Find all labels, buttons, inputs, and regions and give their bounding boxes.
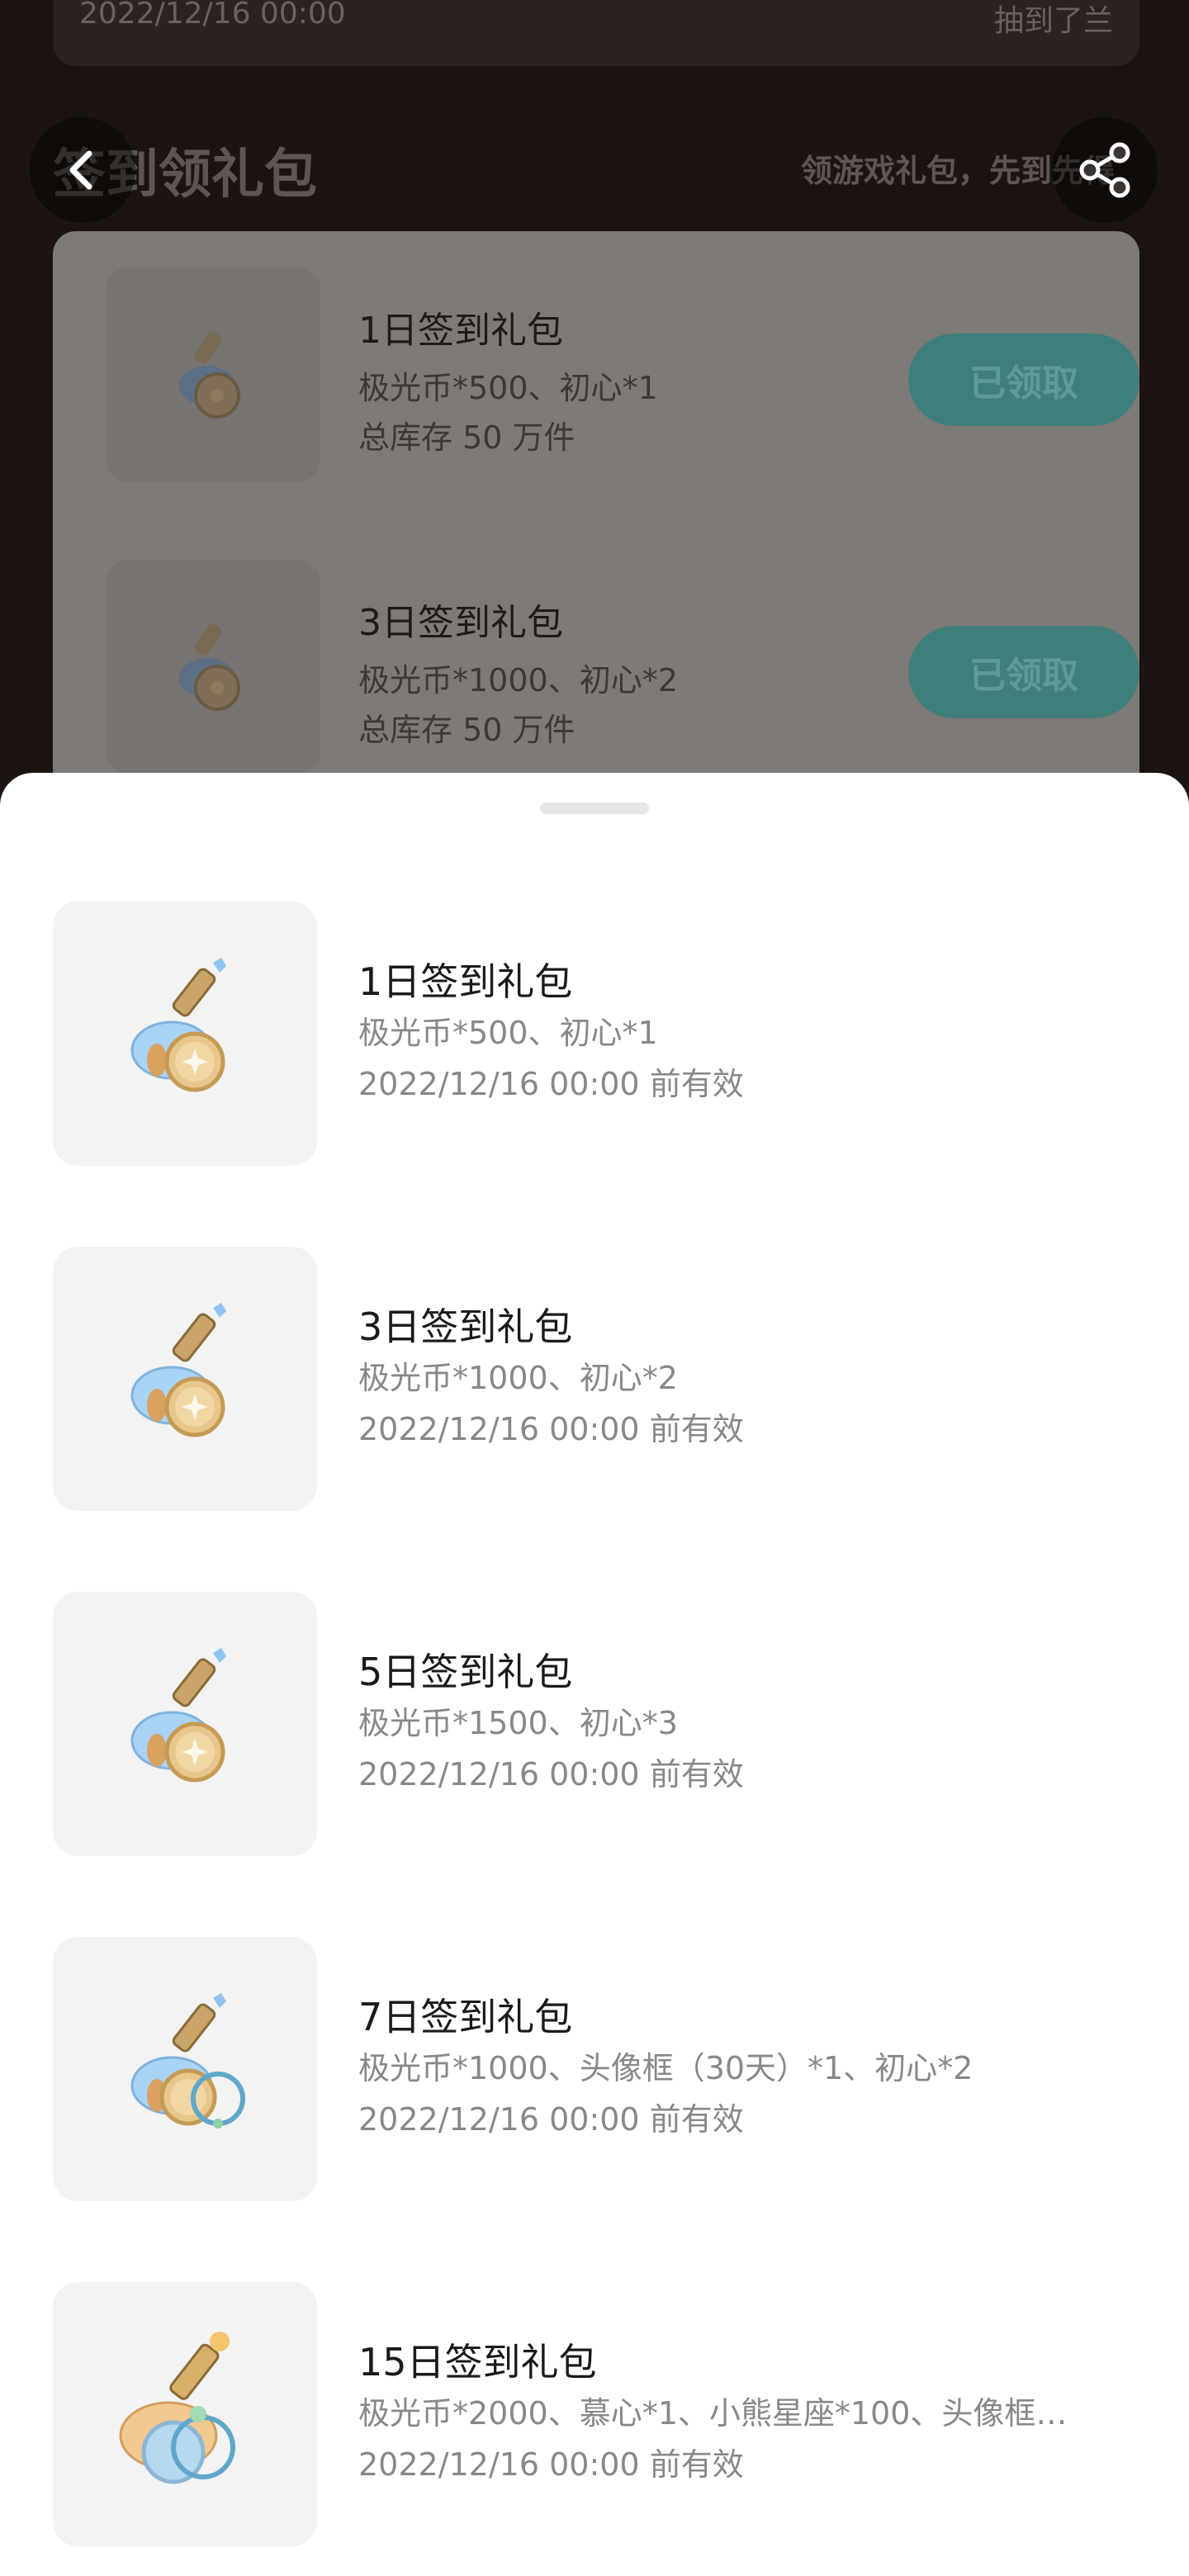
gift-thumbnail bbox=[106, 268, 320, 482]
gift-list-item[interactable]: 3日签到礼包 极光币*1000、初心*2 2022/12/16 00:00 前有… bbox=[53, 1247, 1139, 1511]
gift-desc: 极光币*1000、初心*2 bbox=[358, 1360, 678, 1396]
gift-bottle-icon bbox=[130, 1648, 226, 1783]
background-page: 2022/12/16 00:00 抽到了兰 签到领礼包 领游戏礼包，先到先得 1… bbox=[0, 0, 1189, 826]
gift-expiry: 2022/12/16 00:00 前有效 bbox=[358, 1066, 744, 1102]
gift-desc: 极光币*1000、初心*2 bbox=[358, 662, 678, 698]
top-info-strip: 2022/12/16 00:00 抽到了兰 bbox=[53, 0, 1139, 66]
gift-stock: 总库存 50 万件 bbox=[358, 712, 576, 748]
gift-thumbnail bbox=[53, 1937, 317, 2201]
gift-expiry: 2022/12/16 00:00 前有效 bbox=[358, 2446, 744, 2483]
gift-thumbnail bbox=[53, 2282, 317, 2546]
gift-desc: 极光币*500、初心*1 bbox=[358, 1015, 658, 1051]
gift-thumbnail bbox=[53, 1592, 317, 1856]
gift-list-item[interactable]: 7日签到礼包 极光币*1000、头像框（30天）*1、初心*2 2022/12/… bbox=[53, 1937, 1139, 2201]
back-button[interactable] bbox=[30, 117, 135, 223]
bg-gift-item: 3日签到礼包 极光币*1000、初心*2 总库存 50 万件 已领取 bbox=[106, 560, 1139, 774]
sheet-drag-handle[interactable] bbox=[540, 803, 649, 814]
gift-desc: 极光币*500、初心*1 bbox=[358, 370, 658, 406]
gift-thumbnail bbox=[106, 560, 320, 774]
gift-list-item[interactable]: 1日签到礼包 极光币*500、初心*1 2022/12/16 00:00 前有效 bbox=[53, 902, 1139, 1166]
gift-desc: 极光币*1500、初心*3 bbox=[358, 1705, 678, 1741]
gift-name: 15日签到礼包 bbox=[358, 2340, 597, 2384]
gift-expiry: 2022/12/16 00:00 前有效 bbox=[358, 1756, 744, 1792]
gift-name: 3日签到礼包 bbox=[358, 1305, 573, 1349]
gift-stock: 总库存 50 万件 bbox=[358, 419, 576, 456]
gift-bottle-icon bbox=[130, 1303, 226, 1437]
gift-name: 1日签到礼包 bbox=[358, 310, 563, 352]
gift-expiry: 2022/12/16 00:00 前有效 bbox=[358, 1411, 744, 1447]
share-icon bbox=[1079, 142, 1130, 198]
bg-gift-item: 1日签到礼包 极光币*500、初心*1 总库存 50 万件 已领取 bbox=[106, 268, 1139, 482]
gift-desc: 极光币*1000、头像框（30天）*1、初心*2 bbox=[358, 2050, 973, 2086]
share-button[interactable] bbox=[1052, 117, 1158, 223]
gift-name: 3日签到礼包 bbox=[358, 602, 563, 644]
gift-bottle-ring-icon bbox=[130, 1993, 245, 2129]
gift-name: 5日签到礼包 bbox=[358, 1650, 573, 1694]
gift-desc: 极光币*2000、慕心*1、小熊星座*100、头像框… bbox=[358, 2395, 1068, 2432]
back-arrow-icon bbox=[69, 150, 92, 190]
gift-thumbnail bbox=[53, 902, 317, 1166]
gift-card-list: 1日签到礼包 极光币*500、初心*1 总库存 50 万件 已领取 3日签到礼包… bbox=[53, 231, 1139, 826]
gift-list-sheet: 1日签到礼包 极光币*500、初心*1 2022/12/16 00:00 前有效… bbox=[0, 773, 1189, 2576]
gift-expiry: 2022/12/16 00:00 前有效 bbox=[358, 2101, 744, 2138]
gift-name: 1日签到礼包 bbox=[358, 959, 573, 1004]
claimed-button[interactable]: 已领取 bbox=[908, 334, 1139, 426]
gift-bottle-icon bbox=[130, 958, 226, 1092]
gift-name: 7日签到礼包 bbox=[358, 1995, 573, 2039]
gift-list-item[interactable]: 15日签到礼包 极光币*2000、慕心*1、小熊星座*100、头像框… 2022… bbox=[53, 2282, 1139, 2546]
top-strip-text: 抽到了兰 bbox=[993, 4, 1113, 38]
claimed-button[interactable]: 已领取 bbox=[908, 626, 1139, 718]
gift-bottle-icon bbox=[179, 623, 240, 711]
gift-bottle-ring-icon bbox=[119, 2332, 235, 2484]
gift-list-item[interactable]: 5日签到礼包 极光币*1500、初心*3 2022/12/16 00:00 前有… bbox=[53, 1592, 1139, 1856]
top-strip-date: 2022/12/16 00:00 bbox=[79, 0, 346, 31]
gift-bottle-icon bbox=[179, 331, 240, 419]
gift-thumbnail bbox=[53, 1247, 317, 1511]
